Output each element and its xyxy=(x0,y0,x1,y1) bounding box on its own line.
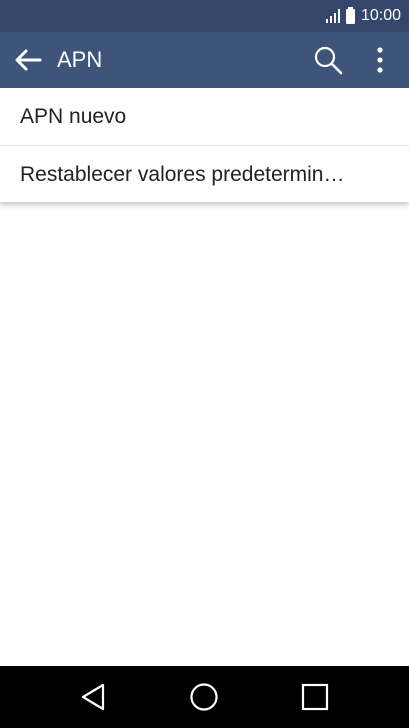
page-title: APN xyxy=(57,47,103,72)
battery-icon xyxy=(345,6,355,24)
search-icon[interactable] xyxy=(312,44,344,76)
status-icons: 10:00 xyxy=(325,0,401,32)
navigation-bar xyxy=(0,666,409,728)
more-vert-icon[interactable] xyxy=(372,44,388,76)
menu-item-reset-defaults[interactable]: Restablecer valores predetermin… xyxy=(0,146,409,203)
status-bar: 10:00 xyxy=(0,0,409,32)
overflow-menu: APN nuevo Restablecer valores predetermi… xyxy=(0,88,409,202)
app-bar: APN xyxy=(0,32,409,88)
nav-home-icon[interactable] xyxy=(186,679,222,715)
nav-back-icon[interactable] xyxy=(76,679,112,715)
arrow-back-icon[interactable] xyxy=(12,48,42,72)
menu-item-new-apn[interactable]: APN nuevo xyxy=(0,88,409,145)
signal-icon xyxy=(325,9,340,23)
nav-recents-icon[interactable] xyxy=(297,679,333,715)
status-time: 10:00 xyxy=(360,7,401,24)
